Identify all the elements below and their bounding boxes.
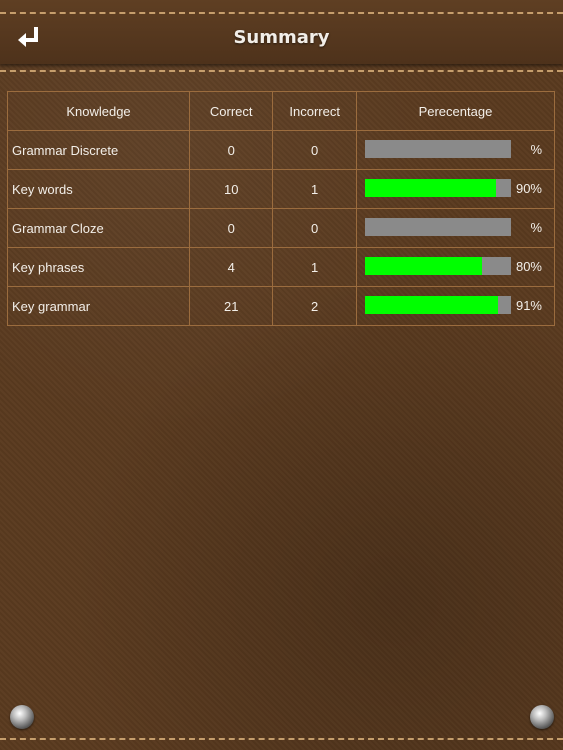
column-header-knowledge: Knowledge bbox=[7, 91, 190, 131]
percentage-cell: 80% bbox=[355, 247, 556, 287]
percentage-label: 80% bbox=[515, 259, 542, 274]
percentage-cell: % bbox=[355, 208, 556, 248]
incorrect-cell: 0 bbox=[272, 208, 357, 248]
incorrect-cell: 1 bbox=[272, 169, 357, 209]
stitch-line bbox=[0, 70, 563, 72]
rivet-icon bbox=[10, 705, 34, 729]
progress-fill bbox=[364, 296, 498, 314]
correct-cell: 0 bbox=[188, 208, 274, 248]
table-row: Grammar Discrete 0 0% bbox=[7, 130, 556, 170]
stitch-line bbox=[0, 738, 563, 740]
progress-bar bbox=[364, 296, 511, 314]
progress-bar bbox=[364, 179, 511, 197]
percentage-label: % bbox=[530, 220, 542, 235]
progress-bar bbox=[364, 140, 511, 158]
percentage-label: 91% bbox=[515, 298, 542, 313]
summary-table: Knowledge Correct Incorrect Perecentage … bbox=[7, 91, 556, 326]
knowledge-cell: Key words bbox=[7, 169, 190, 209]
progress-fill bbox=[364, 179, 497, 197]
knowledge-cell: Grammar Discrete bbox=[7, 130, 190, 170]
column-header-correct: Correct bbox=[188, 91, 274, 131]
incorrect-cell: 2 bbox=[272, 286, 357, 326]
column-header-percentage: Perecentage bbox=[355, 91, 556, 131]
page-title: Summary bbox=[233, 27, 330, 48]
percentage-cell: 90% bbox=[355, 169, 556, 209]
correct-cell: 0 bbox=[188, 130, 274, 170]
header-bar: Summary bbox=[0, 0, 563, 64]
stitch-line bbox=[0, 12, 563, 14]
table-row: Key phrases 4 1 80% bbox=[7, 247, 556, 287]
correct-cell: 4 bbox=[188, 247, 274, 287]
progress-bar bbox=[364, 218, 511, 236]
percentage-label: 90% bbox=[515, 181, 542, 196]
knowledge-cell: Key grammar bbox=[7, 286, 190, 326]
incorrect-cell: 1 bbox=[272, 247, 357, 287]
progress-bar bbox=[364, 257, 511, 275]
incorrect-cell: 0 bbox=[272, 130, 357, 170]
rivet-icon bbox=[530, 705, 554, 729]
correct-cell: 21 bbox=[188, 286, 274, 326]
percentage-cell: % bbox=[355, 130, 556, 170]
percentage-cell: 91% bbox=[355, 286, 556, 326]
table-header-row: Knowledge Correct Incorrect Perecentage bbox=[7, 91, 556, 131]
table-row: Grammar Cloze 0 0% bbox=[7, 208, 556, 248]
column-header-incorrect: Incorrect bbox=[272, 91, 357, 131]
knowledge-cell: Key phrases bbox=[7, 247, 190, 287]
percentage-label: % bbox=[530, 142, 542, 157]
correct-cell: 10 bbox=[188, 169, 274, 209]
table-row: Key words 10 1 90% bbox=[7, 169, 556, 209]
knowledge-cell: Grammar Cloze bbox=[7, 208, 190, 248]
progress-fill bbox=[364, 257, 482, 275]
table-row: Key grammar 21 2 91% bbox=[7, 286, 556, 326]
